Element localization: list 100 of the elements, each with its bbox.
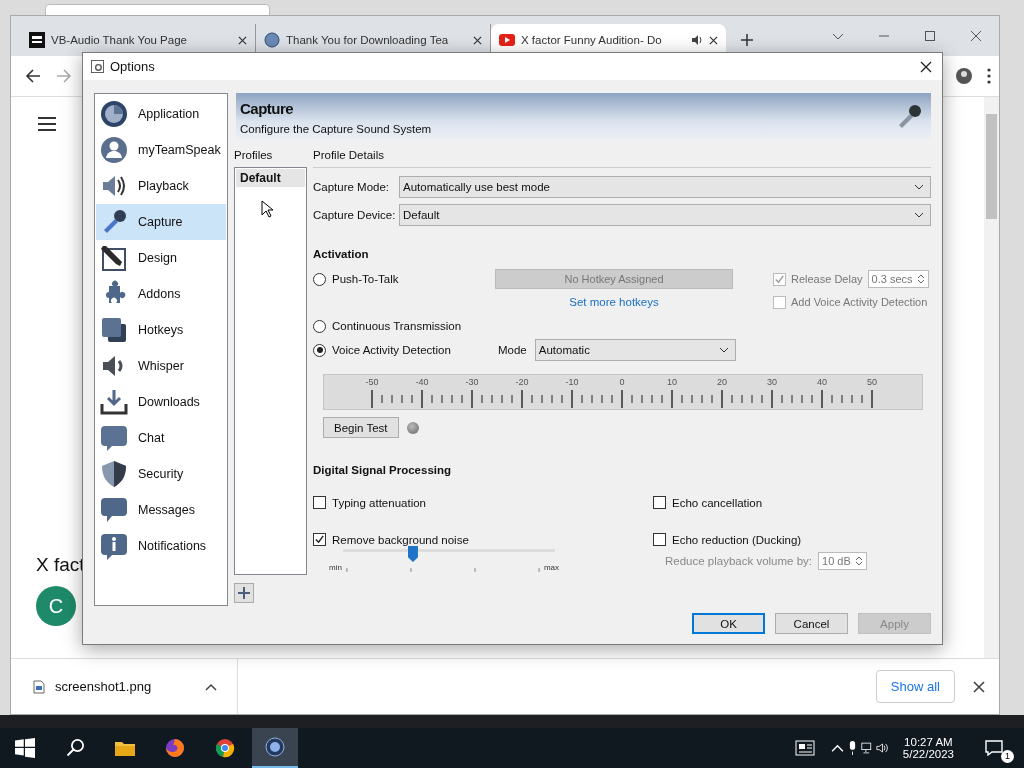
category-item[interactable]: Playback: [96, 168, 226, 204]
windows-logo-icon[interactable]: [15, 738, 35, 758]
section-heading: Activation: [313, 248, 369, 260]
category-item[interactable]: Whisper: [96, 348, 226, 384]
download-icon: [100, 388, 128, 416]
category-item[interactable]: Application: [96, 96, 226, 132]
radio-button[interactable]: [313, 272, 326, 286]
ring-icon: [100, 100, 128, 128]
category-item[interactable]: Capture: [96, 204, 226, 240]
radio-button[interactable]: [313, 319, 326, 333]
checkbox-label: Echo reduction (Ducking): [672, 533, 802, 546]
scrollbar[interactable]: [984, 97, 999, 658]
dialog-button[interactable]: OK: [692, 613, 765, 634]
category-item[interactable]: Security: [96, 456, 226, 492]
globe-icon: [264, 32, 280, 48]
details-label: Profile Details: [313, 149, 931, 168]
scale-label: 10: [666, 377, 678, 388]
slider-thumb[interactable]: [407, 546, 418, 562]
show-all-button[interactable]: Show all: [875, 670, 955, 703]
search-icon[interactable]: [65, 738, 85, 758]
checkbox-label: Remove background noise: [332, 533, 469, 546]
volume-icon[interactable]: [875, 741, 889, 755]
field-label: Capture Device:: [313, 209, 397, 221]
slider-min-label: min: [329, 563, 342, 572]
dropdown[interactable]: Automatically use best mode: [399, 176, 931, 198]
dropdown[interactable]: Automatic: [534, 339, 736, 361]
scale-label: 40: [816, 377, 828, 388]
menu-icon[interactable]: [38, 117, 56, 131]
field-label: Reduce playback volume by:: [665, 555, 813, 567]
radio-button[interactable]: [313, 343, 326, 357]
close-icon[interactable]: [473, 35, 482, 45]
documents-icon: [100, 316, 128, 344]
close-icon[interactable]: [709, 35, 718, 45]
image-file-icon: [33, 679, 45, 694]
avatar-icon[interactable]: [956, 68, 972, 84]
notification-count: 1: [1001, 750, 1014, 763]
chevron-down-icon: [914, 184, 924, 190]
pencil-icon: [100, 244, 128, 272]
speech-bubble-icon: [100, 496, 128, 524]
news-icon[interactable]: [794, 740, 815, 756]
category-item[interactable]: Notifications: [96, 528, 226, 564]
scale-label: 50: [866, 377, 878, 388]
profile-item[interactable]: Default: [236, 169, 305, 187]
profiles-label: Profiles: [234, 149, 273, 163]
scale-label: -50: [364, 377, 380, 388]
square-logo-icon: [29, 32, 45, 48]
fox-browser-icon[interactable]: [165, 738, 185, 758]
mouse-cursor-icon: [261, 200, 273, 218]
tab-title: X factor Funny Audition- Do: [521, 34, 663, 46]
window-title: Options: [110, 59, 155, 74]
close-icon[interactable]: [920, 60, 932, 73]
field-label: Capture Mode:: [313, 181, 391, 193]
category-item[interactable]: Messages: [96, 492, 226, 528]
shield-icon: [100, 460, 128, 488]
dropdown[interactable]: Default: [399, 204, 931, 226]
channel-avatar[interactable]: C: [36, 586, 76, 626]
close-icon[interactable]: [238, 35, 247, 45]
new-tab-icon[interactable]: [740, 33, 754, 47]
chevron-down-icon: [914, 212, 924, 218]
category-item[interactable]: Downloads: [96, 384, 226, 420]
checkbox-label: Echo cancellation: [672, 496, 763, 509]
speech-bubble-icon: [100, 424, 128, 452]
category-item[interactable]: Chat: [96, 420, 226, 456]
maximize-icon[interactable]: [924, 30, 936, 42]
caret-up-icon[interactable]: [205, 682, 217, 691]
network-icon[interactable]: [860, 741, 874, 755]
download-file-name[interactable]: screenshot1.png: [55, 679, 195, 694]
user-icon: [100, 136, 128, 164]
tab-title: VB-Audio Thank You Page: [51, 34, 188, 46]
notifications-button[interactable]: 1: [984, 733, 1014, 763]
speaker-icon[interactable]: [691, 34, 703, 46]
checkbox[interactable]: [313, 533, 326, 546]
chrome-browser-icon[interactable]: [215, 738, 235, 758]
checkbox[interactable]: [653, 533, 666, 546]
category-item[interactable]: Hotkeys: [96, 312, 226, 348]
radio-label: Continuous Transmission: [332, 320, 462, 332]
checkbox[interactable]: [653, 496, 666, 509]
category-item[interactable]: Addons: [96, 276, 226, 312]
dialog-button[interactable]: Cancel: [775, 613, 848, 634]
taskbar-app[interactable]: [252, 728, 298, 768]
checkbox[interactable]: [313, 496, 326, 509]
gear-icon: [91, 60, 104, 73]
more-icon[interactable]: [987, 68, 991, 84]
slider-max-label: max: [543, 563, 559, 572]
close-icon[interactable]: [973, 680, 985, 693]
section-subtitle: Configure the Capture Sound System: [240, 122, 432, 135]
back-arrow-icon[interactable]: [25, 68, 41, 84]
hotkeys-link[interactable]: Set more hotkeys: [569, 296, 659, 308]
info-icon: [100, 532, 128, 560]
scale-label: 0: [618, 377, 626, 388]
checkbox-label: Add Voice Activity Detection: [791, 296, 928, 308]
category-item[interactable]: myTeamSpeak: [96, 132, 226, 168]
clock[interactable]: 10:27 AM 5/22/2023: [902, 736, 954, 760]
category-item[interactable]: Design: [96, 240, 226, 276]
scale-label: 20: [716, 377, 728, 388]
add-button[interactable]: [234, 583, 254, 603]
plus-icon: [237, 586, 251, 600]
begin-test-button[interactable]: Begin Test: [323, 417, 399, 438]
chevron-down-icon: [718, 347, 729, 353]
speech-bubble-icon: [984, 740, 1004, 756]
